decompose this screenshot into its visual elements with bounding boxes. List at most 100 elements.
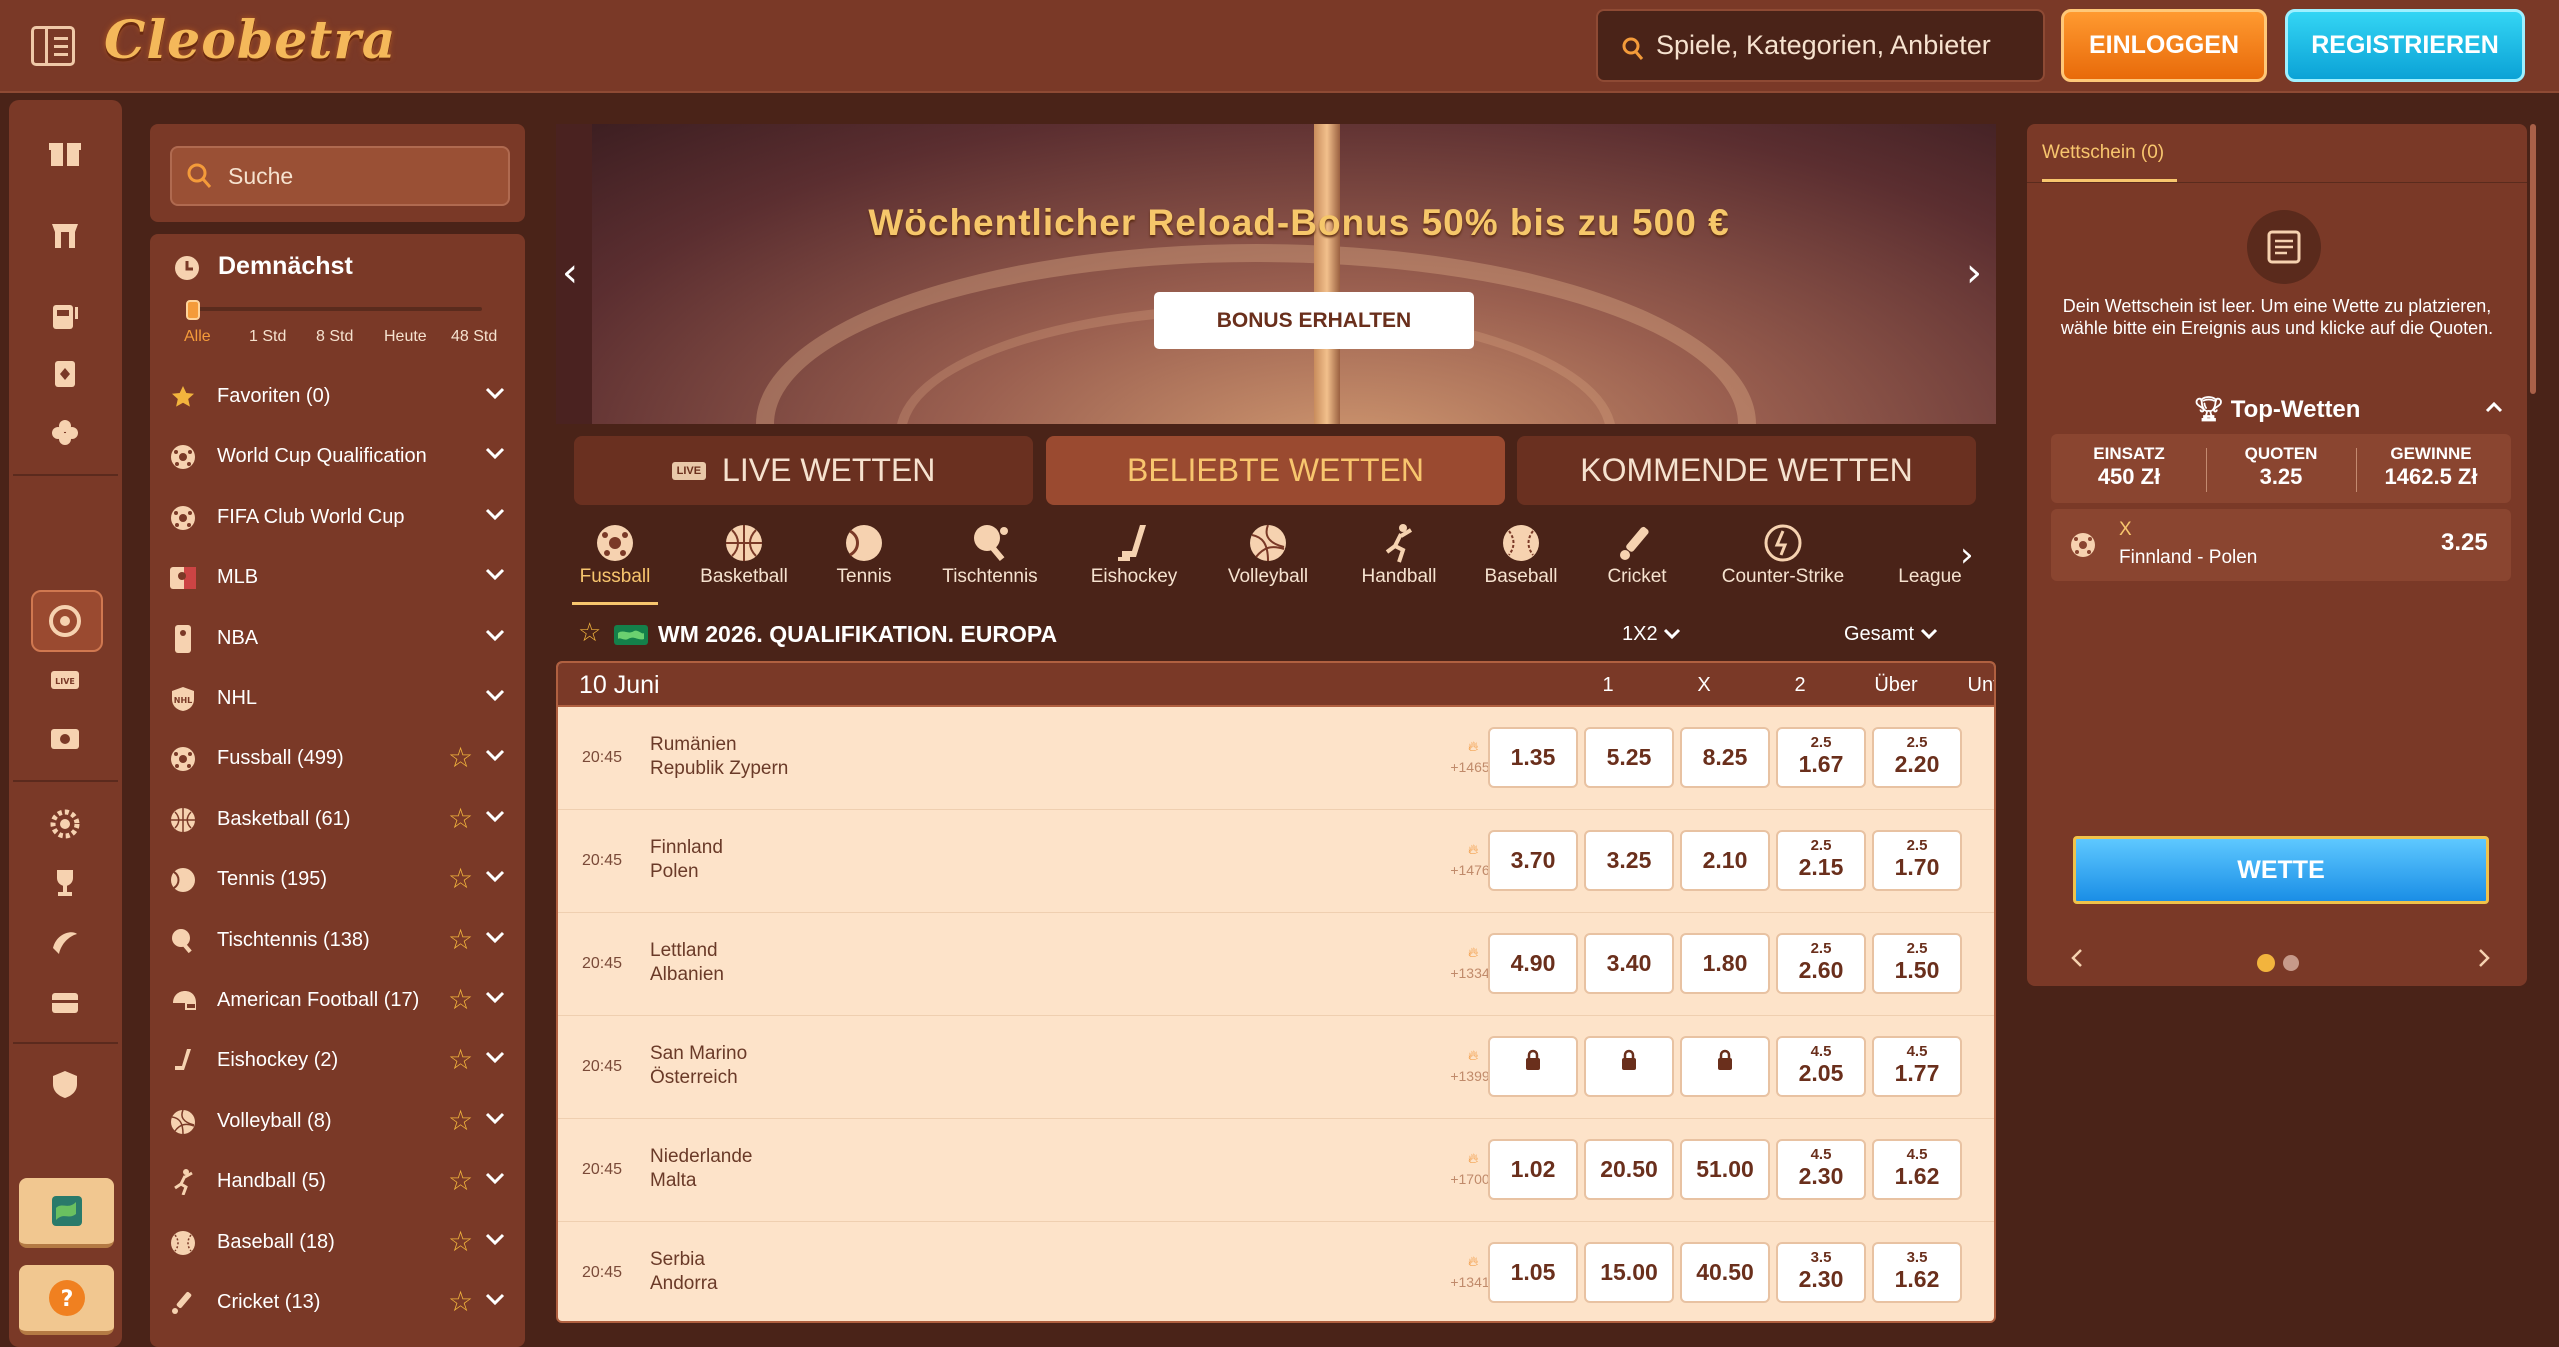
sidebar-item[interactable]: Cricket (13) ☆ <box>150 1273 525 1333</box>
star-outline-icon[interactable]: ☆ <box>448 925 473 954</box>
sidebar-item[interactable]: MLB <box>150 548 525 608</box>
sport-tab-eishockey[interactable]: Eishockey <box>1084 520 1184 605</box>
chevron-down-icon[interactable] <box>485 1291 505 1310</box>
chevron-down-icon[interactable] <box>485 687 505 706</box>
over-button[interactable]: 2.5 2.60 <box>1776 933 1866 994</box>
sidebar-item[interactable]: Volleyball (8) ☆ <box>150 1092 525 1152</box>
table-row[interactable]: 20:45 Niederlande Malta 🔥︎ +1700 1.02 20.50 51.… <box>558 1119 1994 1222</box>
star-outline-icon[interactable]: ☆ <box>448 1167 473 1195</box>
chevron-down-icon[interactable] <box>485 1231 505 1250</box>
time-slider-track[interactable] <box>190 307 482 311</box>
over-button[interactable]: 3.5 2.30 <box>1776 1242 1866 1303</box>
bonus-button[interactable]: BONUS ERHALTEN <box>1154 292 1474 349</box>
sport-tab-counter-strike[interactable]: Counter-Strike <box>1708 520 1858 605</box>
top-bet-pick[interactable]: X Finnland - Polen 3.25 <box>2051 509 2511 581</box>
star-outline-icon[interactable]: ☆ <box>448 1106 473 1135</box>
over-button[interactable]: 2.5 2.15 <box>1776 830 1866 891</box>
odds-button[interactable]: 3.25 <box>1584 830 1674 891</box>
chevron-right-icon[interactable]: › <box>1960 535 1974 575</box>
sidebar-item[interactable]: Eishockey (2) ☆ <box>150 1031 525 1091</box>
under-button[interactable]: 4.5 1.62 <box>1872 1139 1962 1200</box>
timeline-label[interactable]: 8 Std <box>316 328 353 346</box>
timeline-label[interactable]: Heute <box>384 328 427 346</box>
sports-ball-icon[interactable] <box>43 599 87 643</box>
sidebar-item[interactable]: World Cup Qualification <box>150 427 525 487</box>
live-icon[interactable]: LIVE <box>43 658 87 702</box>
sidebar-toggle-icon[interactable] <box>31 26 75 66</box>
odds-button[interactable]: 1.05 <box>1488 1242 1578 1303</box>
chevron-down-icon[interactable] <box>485 747 505 766</box>
global-search[interactable] <box>1596 9 2045 82</box>
sidebar-item[interactable]: NBA <box>150 609 525 669</box>
odds-button[interactable]: 3.70 <box>1488 830 1578 891</box>
top-bets-title[interactable]: 🏆︎ Top-Wetten <box>2027 395 2527 424</box>
trophy-icon[interactable] <box>43 861 87 905</box>
chevron-down-icon[interactable] <box>485 627 505 646</box>
sport-tab-league[interactable]: League <box>1894 520 1966 605</box>
clover-icon[interactable] <box>43 411 87 455</box>
odds-button[interactable]: 3.40 <box>1584 933 1674 994</box>
login-button[interactable]: EINLOGGEN <box>2061 9 2267 82</box>
odds-button[interactable]: 5.25 <box>1584 727 1674 788</box>
tab-popular-bets[interactable]: BELIEBTE WETTEN <box>1046 436 1505 505</box>
register-button[interactable]: REGISTRIEREN <box>2285 9 2525 82</box>
table-row[interactable]: 20:45 Serbia Andorra 🔥︎ +1341 1.05 15.00 40.50 3… <box>558 1222 1994 1321</box>
chevron-up-icon[interactable] <box>2485 398 2503 417</box>
sidebar-item[interactable]: Baseball (18) ☆ <box>150 1213 525 1273</box>
table-row[interactable]: 20:45 San Marino Österreich 🔥︎ +1399 4.5 2.05 4… <box>558 1016 1994 1119</box>
sport-tab-cricket[interactable]: Cricket <box>1596 520 1678 605</box>
chevron-down-icon[interactable] <box>485 1049 505 1068</box>
sidebar-item[interactable]: Handball (5) ☆ <box>150 1152 525 1212</box>
star-outline-icon[interactable]: ☆ <box>448 804 473 833</box>
table-row[interactable]: 20:45 Finnland Polen 🔥︎ +1476 3.70 3.25 2.10 2.5… <box>558 810 1994 913</box>
chest-icon[interactable] <box>43 979 87 1023</box>
sport-tab-tennis[interactable]: Tennis <box>826 520 902 605</box>
over-button[interactable]: 2.5 1.67 <box>1776 727 1866 788</box>
chevron-left-icon[interactable] <box>2071 948 2083 972</box>
star-outline-icon[interactable]: ☆ <box>448 744 473 772</box>
odds-button[interactable]: 1.35 <box>1488 727 1578 788</box>
star-outline-icon[interactable]: ☆ <box>448 865 473 893</box>
timeline-label[interactable]: Alle <box>184 328 211 346</box>
bet-slip-tab[interactable]: Wettschein (0) <box>2042 142 2164 164</box>
over-button[interactable]: 4.5 2.30 <box>1776 1139 1866 1200</box>
global-search-input[interactable] <box>1656 11 2036 80</box>
chevron-down-icon[interactable] <box>485 1170 505 1189</box>
market-select[interactable]: 1X2 <box>1622 623 1681 646</box>
over-button[interactable]: 4.5 2.05 <box>1776 1036 1866 1097</box>
chevron-left-icon[interactable]: ‹ <box>562 250 578 296</box>
carousel-dot[interactable] <box>2283 955 2299 971</box>
odds-button[interactable]: 2.10 <box>1680 830 1770 891</box>
filter-select[interactable]: Gesamt <box>1844 623 1938 646</box>
sidebar-item[interactable]: Basketball (61) ☆ <box>150 790 525 850</box>
sidebar-search[interactable] <box>170 146 510 206</box>
help-icon[interactable]: ? <box>19 1265 114 1335</box>
sport-tab-handball[interactable]: Handball <box>1350 520 1448 605</box>
odds-button[interactable]: 40.50 <box>1680 1242 1770 1303</box>
world-icon[interactable] <box>19 1178 114 1248</box>
logo[interactable]: Cleobetra <box>104 10 396 71</box>
odds-button[interactable]: 8.25 <box>1680 727 1770 788</box>
odds-button[interactable]: 4.90 <box>1488 933 1578 994</box>
odds-button[interactable]: 1.80 <box>1680 933 1770 994</box>
shield-icon[interactable] <box>43 1062 87 1106</box>
tab-live-bets[interactable]: LIVE LIVE WETTEN <box>574 436 1033 505</box>
place-bet-button[interactable]: WETTE <box>2073 836 2489 904</box>
sport-tab-basketball[interactable]: Basketball <box>690 520 798 605</box>
under-button[interactable]: 3.5 1.62 <box>1872 1242 1962 1303</box>
sidebar-item[interactable]: NHL NHL <box>150 669 525 729</box>
gift-icon[interactable] <box>43 130 87 174</box>
roulette-icon[interactable] <box>43 717 87 761</box>
time-slider-handle[interactable] <box>186 300 200 320</box>
timeline-label[interactable]: 1 Std <box>249 328 286 346</box>
sidebar-item[interactable]: Tennis (195) ☆ <box>150 850 525 910</box>
sidebar-item[interactable]: FIFA Club World Cup <box>150 488 525 548</box>
chevron-down-icon[interactable] <box>485 868 505 887</box>
chevron-down-icon[interactable] <box>485 989 505 1008</box>
chevron-down-icon[interactable] <box>485 506 505 525</box>
odds-button[interactable]: 51.00 <box>1680 1139 1770 1200</box>
sidebar-item[interactable]: American Football (17) ☆ <box>150 971 525 1031</box>
table-row[interactable]: 20:45 Rumänien Republik Zypern 🔥︎ +1465 1.35 5… <box>558 707 1994 810</box>
sidebar-item[interactable]: Favoriten (0) <box>150 367 525 427</box>
chevron-down-icon[interactable] <box>485 929 505 948</box>
